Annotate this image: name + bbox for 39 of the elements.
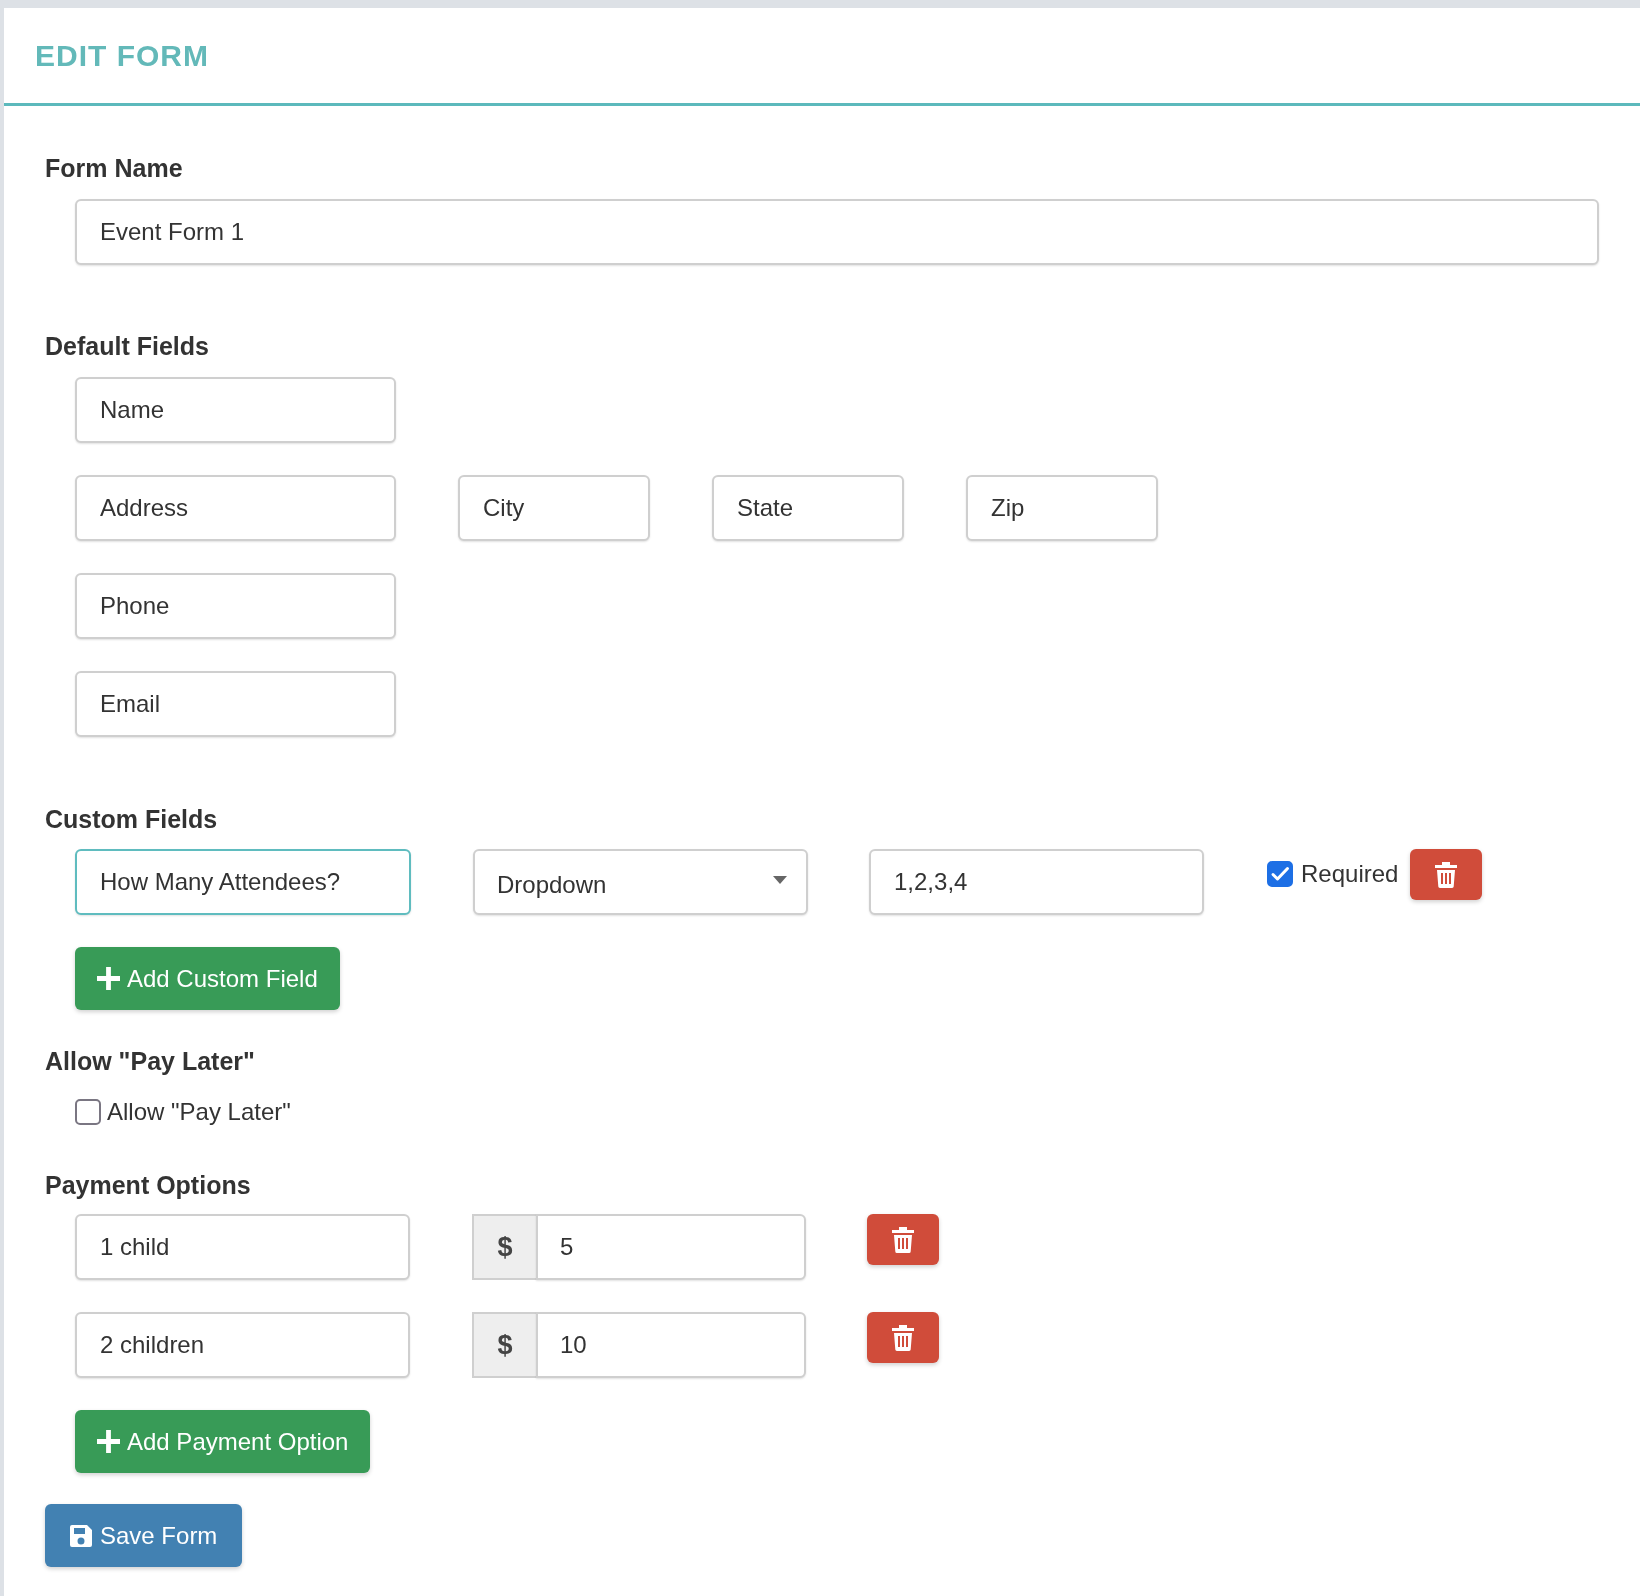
- field-options-input[interactable]: 1,2,3,4: [869, 849, 1204, 915]
- default-field-input[interactable]: Email: [75, 671, 396, 737]
- field-type-select[interactable]: Dropdown: [473, 849, 808, 915]
- delete-button[interactable]: [867, 1214, 939, 1265]
- form-name-input[interactable]: Event Form 1: [75, 199, 1599, 265]
- section-label: Payment Options: [45, 1170, 251, 1200]
- option-name-input[interactable]: 1 child: [75, 1214, 410, 1280]
- section-label: Custom Fields: [45, 804, 218, 834]
- default-field-input[interactable]: Address: [75, 475, 396, 541]
- amount-input[interactable]: 10: [536, 1312, 806, 1378]
- default-field-input[interactable]: State: [712, 475, 904, 541]
- add-custom-field-button[interactable]: Add Custom Field: [75, 947, 340, 1010]
- amount-input[interactable]: 5: [536, 1214, 806, 1280]
- default-field-input[interactable]: City: [458, 475, 650, 541]
- currency-addon: $: [472, 1214, 536, 1280]
- trash-icon: [892, 1324, 914, 1351]
- section-label: Form Name: [45, 153, 183, 183]
- section-label: Default Fields: [45, 331, 209, 361]
- checkbox-label[interactable]: Required: [1301, 860, 1399, 888]
- caret-icon: [773, 876, 787, 884]
- default-field-input[interactable]: Phone: [75, 573, 396, 639]
- option-name-input[interactable]: 2 children: [75, 1312, 410, 1378]
- currency-addon: $: [472, 1312, 536, 1378]
- plus-icon: [97, 1430, 120, 1453]
- delete-button[interactable]: [1410, 849, 1483, 900]
- page-title: EDIT FORM: [35, 37, 209, 74]
- checkbox[interactable]: [75, 1099, 101, 1125]
- checkbox[interactable]: [1267, 861, 1293, 887]
- trash-icon: [1435, 861, 1458, 888]
- trash-icon: [892, 1226, 914, 1253]
- delete-button[interactable]: [867, 1312, 939, 1363]
- checkbox-label[interactable]: Allow "Pay Later": [107, 1098, 291, 1126]
- add-payment-option-button[interactable]: Add Payment Option: [75, 1410, 371, 1473]
- field-name-input[interactable]: How Many Attendees?: [75, 849, 411, 915]
- default-field-input[interactable]: Name: [75, 377, 396, 443]
- plus-icon: [97, 967, 120, 990]
- section-label: Allow "Pay Later": [45, 1046, 255, 1076]
- default-field-input[interactable]: Zip: [966, 475, 1158, 541]
- save-form-button[interactable]: Save Form: [45, 1504, 243, 1567]
